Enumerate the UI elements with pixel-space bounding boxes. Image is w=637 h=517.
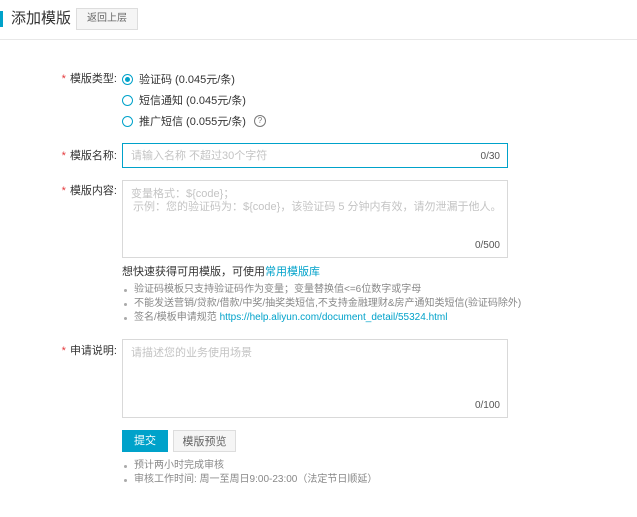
back-button[interactable]: 返回上层 (76, 8, 138, 30)
radio-selected-icon (122, 73, 133, 85)
tip-item: 预计两小时完成审核 (122, 459, 377, 473)
radio-unselected-icon (122, 115, 133, 127)
type-label: * 模版类型: (61, 73, 117, 85)
tip-item: 验证码模板只支持验证码作为变量；变量替换值<=6位数字或字母 (122, 283, 521, 297)
content-placeholder-line2: 示例：您的验证码为：${code}，该验证码 5 分钟内有效，请勿泄漏于他人。 (133, 201, 502, 213)
application-reason-textarea[interactable]: 请描述您的业务使用场景 0/100 (122, 339, 508, 418)
radio-label: 推广短信 (0.055元/条) (139, 116, 246, 128)
page-header: 添加模版 返回上层 (0, 0, 637, 40)
radio-promotion-sms[interactable]: 推广短信 (0.055元/条) ? (122, 113, 266, 129)
tip-item: 签名/模板申请规范 https://help.aliyun.com/docume… (122, 311, 521, 325)
library-hint: 想快速获得可用模版，可使用常用模版库 (122, 266, 320, 278)
template-library-link[interactable]: 常用模版库 (265, 266, 320, 278)
content-label: * 模版内容: (61, 185, 117, 197)
review-tips: 预计两小时完成审核 审核工作时间: 周一至周日9:00-23:00（法定节日顺延… (122, 459, 377, 487)
content-char-counter: 0/500 (474, 240, 500, 251)
spec-doc-link[interactable]: https://help.aliyun.com/document_detail/… (220, 312, 448, 323)
template-name-input[interactable]: 请输入名称 不超过30个字符 0/30 (122, 143, 508, 168)
tip-item: 审核工作时间: 周一至周日9:00-23:00（法定节日顺延） (122, 473, 377, 487)
reason-label: * 申请说明: (61, 345, 117, 357)
title-accent-bar (0, 11, 3, 27)
reason-char-counter: 0/100 (474, 400, 500, 411)
reason-placeholder: 请描述您的业务使用场景 (131, 347, 252, 359)
radio-unselected-icon (122, 94, 133, 106)
help-question-icon[interactable]: ? (253, 115, 266, 127)
name-char-counter: 0/30 (480, 151, 500, 162)
radio-label: 短信通知 (0.045元/条) (139, 95, 246, 107)
name-placeholder: 请输入名称 不超过30个字符 (131, 150, 268, 162)
radio-sms-notification[interactable]: 短信通知 (0.045元/条) (122, 92, 246, 108)
name-label: * 模版名称: (61, 150, 117, 162)
submit-button[interactable]: 提交 (122, 430, 168, 452)
radio-verification-code[interactable]: 验证码 (0.045元/条) (122, 71, 235, 87)
preview-button[interactable]: 模版预览 (173, 430, 236, 452)
page-title: 添加模版 (11, 10, 72, 27)
tip-item: 不能发送营销/贷款/借款/中奖/抽奖类短信,不支持金融理财&房产通知类短信(验证… (122, 297, 521, 311)
radio-label: 验证码 (0.045元/条) (139, 74, 235, 86)
template-content-textarea[interactable]: 变量格式：${code}； 示例：您的验证码为：${code}，该验证码 5 分… (122, 180, 508, 258)
template-tips: 验证码模板只支持验证码作为变量；变量替换值<=6位数字或字母 不能发送营销/贷款… (122, 283, 521, 325)
